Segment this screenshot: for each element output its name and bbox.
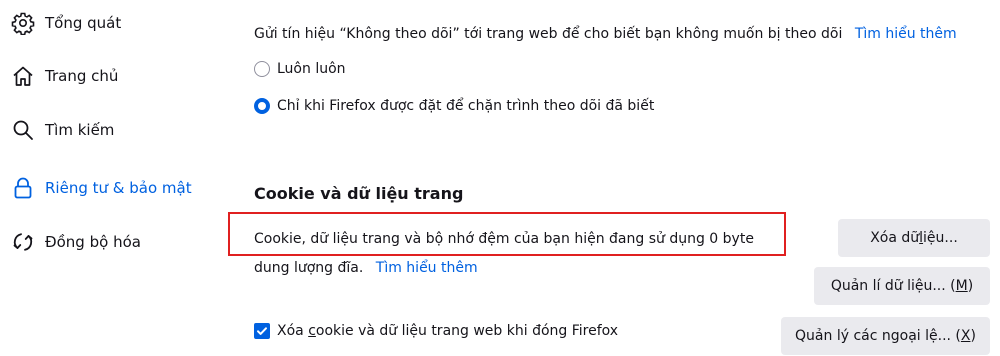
sidebar-item-home[interactable]: Trang chủ: [8, 56, 118, 96]
cookies-usage-line2-row: dung lượng đĩa. Tìm hiểu thêm: [254, 258, 478, 278]
dnt-learn-more-link[interactable]: Tìm hiểu thêm: [855, 26, 957, 42]
access-key: M: [955, 278, 968, 294]
button-text: ): [967, 278, 974, 294]
dnt-option-always[interactable]: Luôn luôn: [254, 58, 346, 80]
clear-data-button[interactable]: Xóa dữ l iệu...: [838, 219, 990, 257]
dnt-description-row: Gửi tín hiệu “Không theo dõi” tới trang …: [254, 24, 957, 44]
cookies-heading: Cookie và dữ liệu trang: [254, 184, 464, 203]
button-text: ): [970, 328, 976, 344]
sidebar-item-label: Tìm kiếm: [45, 121, 115, 139]
cookies-usage-line2: dung lượng đĩa.: [254, 260, 364, 276]
always-radio[interactable]: [254, 61, 270, 77]
button-text: iệu...: [923, 230, 958, 246]
always-radio-label: Luôn luôn: [277, 61, 346, 77]
sidebar-item-privacy-security[interactable]: Riêng tư & bảo mật: [8, 168, 192, 208]
delete-on-close-option[interactable]: Xóa cookie và dữ liệu trang web khi đóng…: [254, 320, 618, 342]
sidebar-item-label: Trang chủ: [45, 67, 119, 85]
only-when-blocking-radio[interactable]: [254, 98, 270, 114]
button-text: Quản lí dữ liệu... (: [830, 278, 956, 294]
lock-icon: [8, 173, 38, 203]
cookies-learn-more-link[interactable]: Tìm hiểu thêm: [376, 260, 478, 276]
preferences-window: Tổng quát Trang chủ Tìm kiếm Riêng tư & …: [0, 0, 1000, 356]
access-key: c: [308, 323, 316, 339]
sidebar-item-general[interactable]: Tổng quát: [8, 3, 121, 43]
label-text: Xóa: [277, 323, 309, 339]
button-text: Quản lý các ngoại lệ... (: [795, 328, 961, 344]
gear-icon: [8, 8, 38, 38]
dnt-description: Gửi tín hiệu “Không theo dõi” tới trang …: [254, 26, 843, 42]
button-text: Xóa dữ: [870, 230, 920, 246]
sidebar-item-search[interactable]: Tìm kiếm: [8, 110, 114, 150]
sidebar-item-label: Tổng quát: [45, 14, 122, 32]
sidebar-item-label: Riêng tư & bảo mật: [45, 179, 192, 197]
delete-on-close-label: Xóa cookie và dữ liệu trang web khi đóng…: [277, 323, 618, 339]
delete-on-close-checkbox[interactable]: [254, 323, 270, 339]
only-when-blocking-radio-label: Chỉ khi Firefox được đặt để chặn trình t…: [277, 98, 655, 114]
checkmark-icon: [257, 327, 267, 335]
dnt-option-only-when-blocking[interactable]: Chỉ khi Firefox được đặt để chặn trình t…: [254, 95, 654, 117]
label-text: ookie và dữ liệu trang web khi đóng Fire…: [315, 323, 619, 339]
manage-exceptions-button[interactable]: Quản lý các ngoại lệ... (X): [781, 317, 990, 355]
manage-data-button[interactable]: Quản lí dữ liệu... (M): [814, 267, 990, 305]
search-icon: [8, 115, 38, 145]
sidebar-item-sync[interactable]: Đồng bộ hóa: [8, 222, 141, 262]
sidebar-item-label: Đồng bộ hóa: [45, 233, 141, 251]
usage-highlight-box: [228, 212, 786, 256]
sync-icon: [8, 227, 38, 257]
home-icon: [8, 61, 38, 91]
access-key: X: [960, 328, 971, 344]
